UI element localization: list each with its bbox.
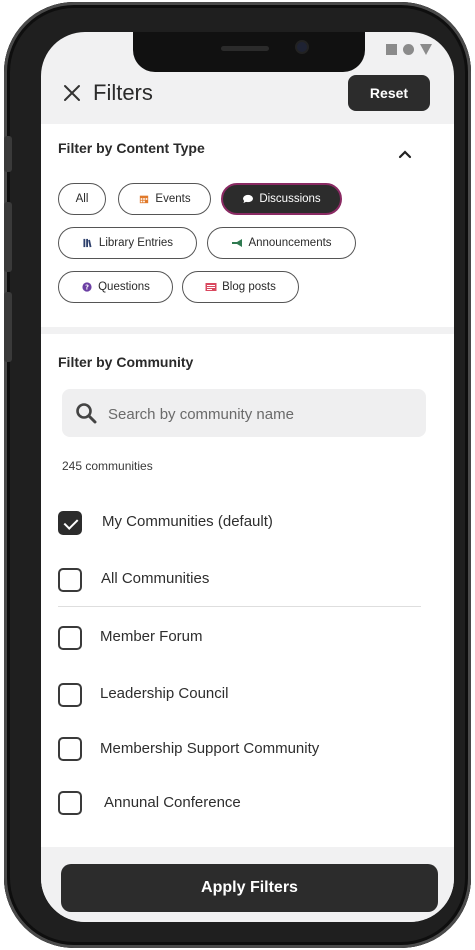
triangle-icon	[420, 44, 432, 55]
blog-icon	[205, 283, 217, 291]
community-title: Filter by Community	[58, 354, 194, 370]
option-member-forum[interactable]	[58, 624, 82, 652]
option-all-communities[interactable]	[58, 566, 82, 594]
option-label: Member Forum	[100, 628, 203, 645]
volume-up-button	[4, 202, 12, 272]
library-icon	[83, 238, 92, 248]
option-my-communities[interactable]	[58, 509, 82, 537]
chip-all[interactable]: All	[58, 183, 106, 215]
option-label: Membership Support Community	[100, 740, 320, 757]
square-icon	[386, 44, 397, 55]
chip-announcements[interactable]: Announcements	[207, 227, 356, 259]
checkbox[interactable]	[58, 737, 82, 761]
search-bar	[62, 389, 426, 439]
chip-label: Questions	[98, 281, 150, 293]
calendar-icon	[140, 195, 149, 204]
option-label: All Communities	[101, 570, 210, 587]
reset-button[interactable]: Reset	[348, 75, 430, 111]
status-bar	[386, 44, 432, 55]
question-icon: ?	[82, 282, 92, 292]
speaker-grille	[221, 46, 269, 51]
chip-events[interactable]: Events	[118, 183, 211, 215]
option-membership-support[interactable]	[58, 735, 82, 763]
chat-bubble-icon	[243, 194, 254, 204]
circle-icon	[403, 44, 414, 55]
option-label: My Communities (default)	[102, 513, 273, 530]
checkbox[interactable]	[58, 568, 82, 592]
chip-label: Blog posts	[222, 281, 276, 293]
search-input[interactable]	[106, 389, 410, 439]
option-label: Leadership Council	[100, 685, 229, 702]
chip-label: Events	[155, 193, 191, 205]
screen: Filters Reset Filter by Content Type All…	[41, 32, 454, 922]
close-icon[interactable]	[61, 82, 83, 104]
checkbox[interactable]	[58, 791, 82, 815]
svg-text:?: ?	[85, 284, 89, 292]
megaphone-icon	[232, 239, 243, 247]
header: Filters Reset	[41, 72, 454, 124]
community-count: 245 communities	[62, 459, 153, 473]
chip-label: Discussions	[259, 193, 321, 205]
divider	[58, 606, 421, 607]
front-camera	[297, 42, 307, 52]
chip-library-entries[interactable]: Library Entries	[58, 227, 197, 259]
chip-label: Library Entries	[98, 237, 174, 249]
volume-down-button	[4, 292, 12, 362]
phone-frame: Filters Reset Filter by Content Type All…	[4, 2, 471, 948]
checkbox-checked[interactable]	[58, 511, 82, 535]
search-icon	[76, 403, 97, 424]
option-annual-conference[interactable]	[58, 789, 82, 817]
content-type-title: Filter by Content Type	[58, 140, 205, 156]
checkbox[interactable]	[58, 683, 82, 707]
chevron-up-icon[interactable]	[398, 149, 412, 159]
notch	[133, 32, 365, 72]
option-leadership-council[interactable]	[58, 681, 82, 709]
chip-discussions[interactable]: Discussions	[221, 183, 342, 215]
chip-label: Announcements	[248, 237, 332, 249]
option-label: Annunal Conference	[104, 794, 241, 811]
chip-questions[interactable]: ? Questions	[58, 271, 173, 303]
checkbox[interactable]	[58, 626, 82, 650]
page-title: Filters	[93, 80, 153, 105]
mute-switch	[4, 136, 12, 172]
chip-label: All	[75, 193, 89, 205]
chip-blog-posts[interactable]: Blog posts	[182, 271, 299, 303]
apply-filters-button[interactable]: Apply Filters	[61, 864, 438, 912]
